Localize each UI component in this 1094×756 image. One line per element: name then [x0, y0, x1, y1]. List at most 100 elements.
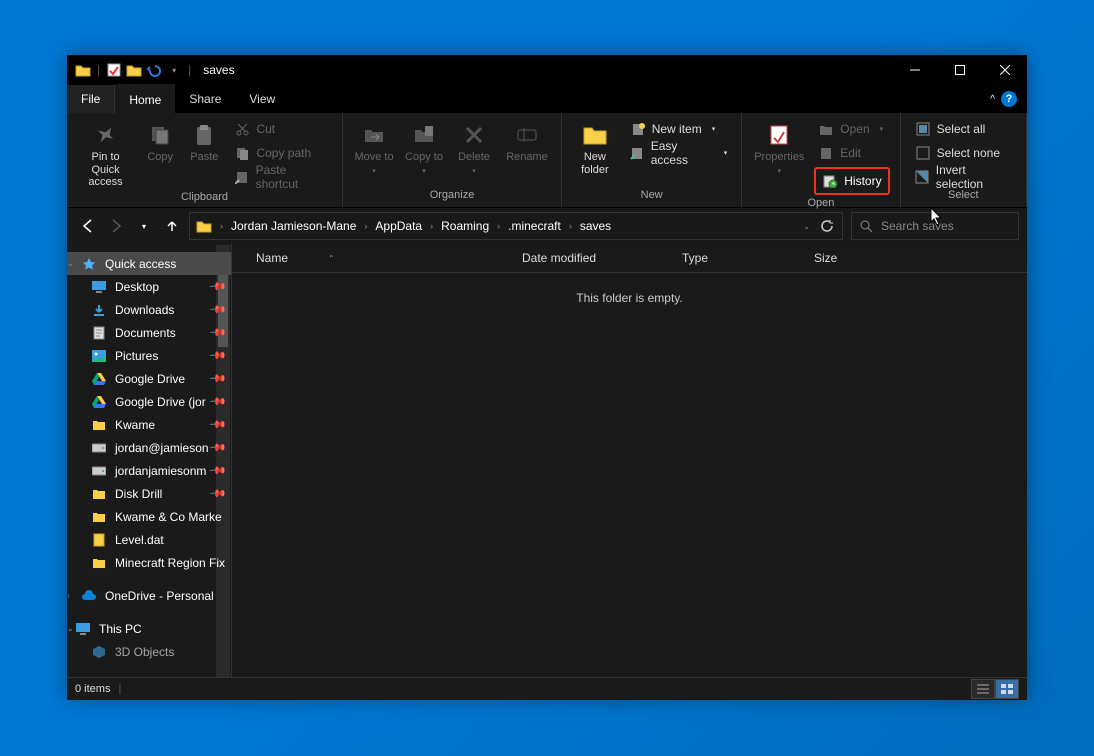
paste-shortcut-icon	[234, 169, 249, 185]
chevron-right-icon[interactable]: ›	[220, 221, 223, 231]
properties-icon	[768, 121, 790, 149]
paste-button[interactable]: Paste	[182, 115, 226, 177]
sidebar-quick-access[interactable]: ⌄ Quick access	[67, 252, 231, 275]
help-icon[interactable]: ?	[1001, 91, 1017, 107]
address-dropdown-icon[interactable]: ⌄	[803, 222, 810, 231]
maximize-button[interactable]	[937, 55, 982, 85]
new-folder-qat-icon[interactable]	[126, 62, 142, 78]
forward-button[interactable]	[107, 217, 125, 235]
copy-path-icon	[234, 145, 250, 161]
item-count: 0 items	[75, 683, 110, 695]
new-item-icon	[630, 121, 646, 137]
breadcrumb-item[interactable]: saves	[580, 219, 611, 233]
column-size[interactable]: Size	[814, 251, 910, 265]
column-headers: Name ⌃ Date modified Type Size	[232, 244, 1027, 273]
sidebar-thispc[interactable]: ⌄ This PC	[67, 617, 231, 640]
recent-locations-button[interactable]: ▾	[135, 217, 153, 235]
open-button[interactable]: Open▾	[814, 119, 889, 139]
sort-indicator-icon: ⌃	[328, 254, 335, 263]
tab-file[interactable]: File	[67, 85, 115, 113]
move-to-icon	[363, 121, 385, 149]
column-type[interactable]: Type	[682, 251, 814, 265]
copy-button[interactable]: Copy	[138, 115, 182, 177]
folder-icon	[91, 417, 107, 433]
sidebar-onedrive[interactable]: › OneDrive - Personal	[67, 584, 231, 607]
chevron-right-icon[interactable]: ›	[569, 221, 572, 231]
sidebar-item-desktop[interactable]: Desktop📌	[67, 275, 231, 298]
sidebar-item-leveldat[interactable]: Level.dat	[67, 528, 231, 551]
sidebar-item-gdrive[interactable]: Google Drive📌	[67, 367, 231, 390]
sidebar-item-3dobjects[interactable]: 3D Objects	[67, 640, 231, 663]
back-button[interactable]	[79, 217, 97, 235]
history-button[interactable]: History	[814, 167, 889, 195]
sidebar-item-kwameco[interactable]: Kwame & Co Marke	[67, 505, 231, 528]
chevron-right-icon[interactable]: ›	[430, 221, 433, 231]
ribbon-group-label: Organize	[343, 189, 561, 207]
copy-to-button[interactable]: Copy to▾	[399, 115, 449, 177]
sidebar-item-kwame[interactable]: Kwame📌	[67, 413, 231, 436]
properties-button[interactable]: Properties▾	[748, 115, 810, 177]
select-all-button[interactable]: Select all	[911, 119, 1016, 139]
properties-qat-icon[interactable]	[106, 62, 122, 78]
breadcrumb-item[interactable]: Roaming	[441, 219, 489, 233]
sidebar-item-documents[interactable]: Documents📌	[67, 321, 231, 344]
cut-button[interactable]: Cut	[230, 119, 332, 139]
move-to-button[interactable]: Move to▾	[349, 115, 399, 177]
sidebar-item-drive1[interactable]: jordan@jamieson📌	[67, 436, 231, 459]
edit-icon	[818, 145, 834, 161]
select-none-icon	[915, 145, 931, 161]
breadcrumb-item[interactable]: .minecraft	[508, 219, 561, 233]
minimize-button[interactable]	[892, 55, 937, 85]
refresh-button[interactable]	[820, 219, 834, 233]
new-item-button[interactable]: New item▾	[626, 119, 732, 139]
sidebar-item-gdrive2[interactable]: Google Drive (jor📌	[67, 390, 231, 413]
ribbon: Pin to Quick access Copy Paste Cut	[67, 113, 1027, 208]
easy-access-button[interactable]: Easy access▾	[626, 143, 732, 163]
window-title: saves	[203, 63, 234, 77]
delete-button[interactable]: Delete▾	[449, 115, 499, 177]
invert-selection-icon	[915, 169, 930, 185]
sidebar-item-mcfixer[interactable]: Minecraft Region Fix	[67, 551, 231, 574]
gdrive-icon	[91, 371, 107, 387]
chevron-right-icon[interactable]: ›	[364, 221, 367, 231]
select-all-icon	[915, 121, 931, 137]
folder-icon	[91, 555, 107, 571]
address-bar[interactable]: › Jordan Jamieson-Mane › AppData › Roami…	[189, 212, 843, 240]
close-button[interactable]	[982, 55, 1027, 85]
tab-view[interactable]: View	[235, 85, 289, 113]
collapse-ribbon-icon[interactable]: ^	[990, 94, 995, 105]
breadcrumb-item[interactable]: Jordan Jamieson-Mane	[231, 219, 356, 233]
status-bar: 0 items |	[67, 677, 1027, 700]
sidebar-item-diskdrill[interactable]: Disk Drill📌	[67, 482, 231, 505]
qat-dropdown-icon[interactable]: ▾	[166, 62, 182, 78]
pictures-icon	[91, 348, 107, 364]
thumbnails-view-button[interactable]	[995, 679, 1019, 699]
tab-home[interactable]: Home	[115, 84, 175, 114]
ribbon-group-label: New	[562, 189, 741, 207]
drive-icon	[91, 440, 107, 456]
paste-shortcut-button[interactable]: Paste shortcut	[230, 167, 332, 187]
rename-button[interactable]: Rename	[499, 115, 555, 177]
column-name[interactable]: Name ⌃	[256, 251, 522, 265]
details-view-button[interactable]	[971, 679, 995, 699]
select-none-button[interactable]: Select none	[911, 143, 1016, 163]
breadcrumb-item[interactable]: AppData	[375, 219, 422, 233]
undo-qat-icon[interactable]	[146, 62, 162, 78]
ribbon-group-new: New folder New item▾ Easy access▾ New	[562, 113, 742, 207]
sidebar-item-drive2[interactable]: jordanjamiesonm📌	[67, 459, 231, 482]
sidebar-item-downloads[interactable]: Downloads📌	[67, 298, 231, 321]
star-icon	[81, 256, 97, 272]
edit-button[interactable]: Edit	[814, 143, 889, 163]
pin-to-quick-access-button[interactable]: Pin to Quick access	[73, 115, 138, 189]
invert-selection-button[interactable]: Invert selection	[911, 167, 1016, 187]
copy-path-button[interactable]: Copy path	[230, 143, 332, 163]
column-date[interactable]: Date modified	[522, 251, 682, 265]
tab-share[interactable]: Share	[175, 85, 235, 113]
up-button[interactable]	[163, 217, 181, 235]
sidebar-item-pictures[interactable]: Pictures📌	[67, 344, 231, 367]
ribbon-tabs: File Home Share View ^ ?	[67, 85, 1027, 113]
new-folder-button[interactable]: New folder	[568, 115, 622, 177]
copy-icon	[149, 121, 171, 149]
content-area: ⌄ Quick access Desktop📌 Downloads📌 Docum…	[67, 244, 1027, 677]
chevron-right-icon[interactable]: ›	[497, 221, 500, 231]
